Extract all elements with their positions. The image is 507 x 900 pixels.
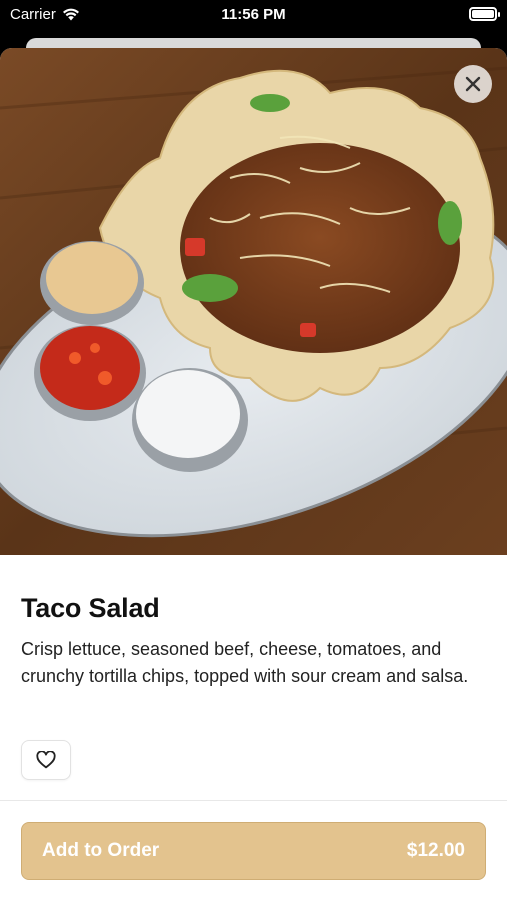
price-label: $12.00: [406, 840, 465, 861]
add-to-order-label: Add to Order: [42, 840, 160, 861]
favorite-button[interactable]: [21, 740, 71, 780]
item-description: Crisp lettuce, seasoned beef, cheese, to…: [21, 639, 469, 686]
close-icon: [465, 76, 481, 92]
item-detail-sheet: Taco Salad Crisp lettuce, seasoned beef,…: [0, 48, 507, 900]
item-info: Taco Salad Crisp lettuce, seasoned beef,…: [0, 555, 507, 690]
status-bar: Carrier 11:56 PM: [0, 0, 507, 30]
item-title: Taco Salad: [21, 593, 160, 623]
heart-icon: [36, 751, 56, 769]
add-to-order-button[interactable]: Add to Order $12.00: [21, 822, 486, 880]
battery-icon: [469, 7, 500, 21]
item-photo: [0, 48, 507, 555]
close-button[interactable]: [454, 65, 492, 103]
divider: [0, 800, 507, 801]
status-time: 11:56 PM: [221, 6, 286, 23]
